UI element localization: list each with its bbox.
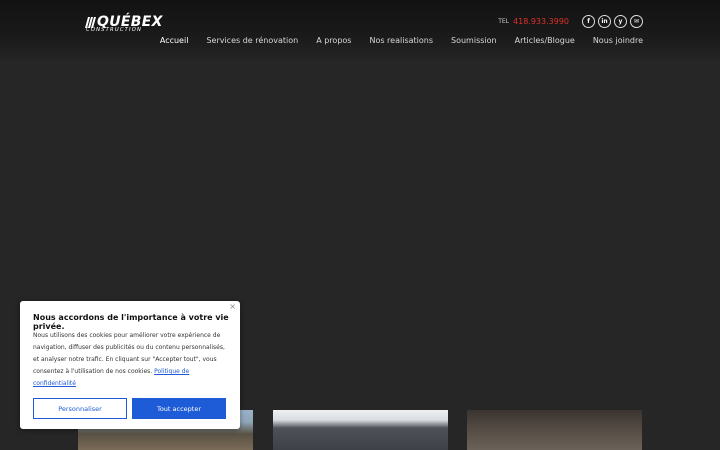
email-icon[interactable]: ✉ <box>630 14 643 28</box>
nav-item-accueil[interactable]: Accueil <box>160 36 189 45</box>
customize-button[interactable]: Personnaliser <box>33 398 127 419</box>
accept-all-button[interactable]: Tout accepter <box>132 398 226 419</box>
nav-item-blogue[interactable]: Articles/Blogue <box>515 36 575 45</box>
nav-item-a-propos[interactable]: A propos <box>316 36 351 45</box>
site-header: QUÉBEX CONSTRUCTION TEL 418.933.3990 f i… <box>0 0 720 60</box>
nav-item-soumission[interactable]: Soumission <box>451 36 497 45</box>
linkedin-icon[interactable]: in <box>598 14 611 28</box>
cookie-text: Nous utilisons des cookies pour améliore… <box>33 330 229 390</box>
cookie-title: Nous accordons de l'importance à votre v… <box>33 313 229 331</box>
nav-item-realisations[interactable]: Nos realisations <box>369 36 433 45</box>
project-card-image[interactable] <box>273 410 448 450</box>
logo[interactable]: QUÉBEX CONSTRUCTION <box>85 15 167 35</box>
nav-item-nous-joindre[interactable]: Nous joindre <box>593 36 643 45</box>
logo-subtext: CONSTRUCTION <box>86 27 143 33</box>
cookie-description: Nous utilisons des cookies pour améliore… <box>33 332 225 375</box>
contact-bar: TEL 418.933.3990 f in y ✉ <box>498 14 643 28</box>
project-card-image[interactable] <box>467 410 642 450</box>
close-icon[interactable]: × <box>229 302 236 311</box>
facebook-icon[interactable]: f <box>582 14 595 28</box>
tel-label: TEL <box>498 17 510 25</box>
cookie-banner: × Nous accordons de l'importance à votre… <box>20 301 240 429</box>
tel-number[interactable]: 418.933.3990 <box>513 17 569 26</box>
main-nav: Accueil Services de rénovation A propos … <box>142 36 643 45</box>
yelp-icon[interactable]: y <box>614 14 627 28</box>
nav-item-services[interactable]: Services de rénovation <box>206 36 298 45</box>
